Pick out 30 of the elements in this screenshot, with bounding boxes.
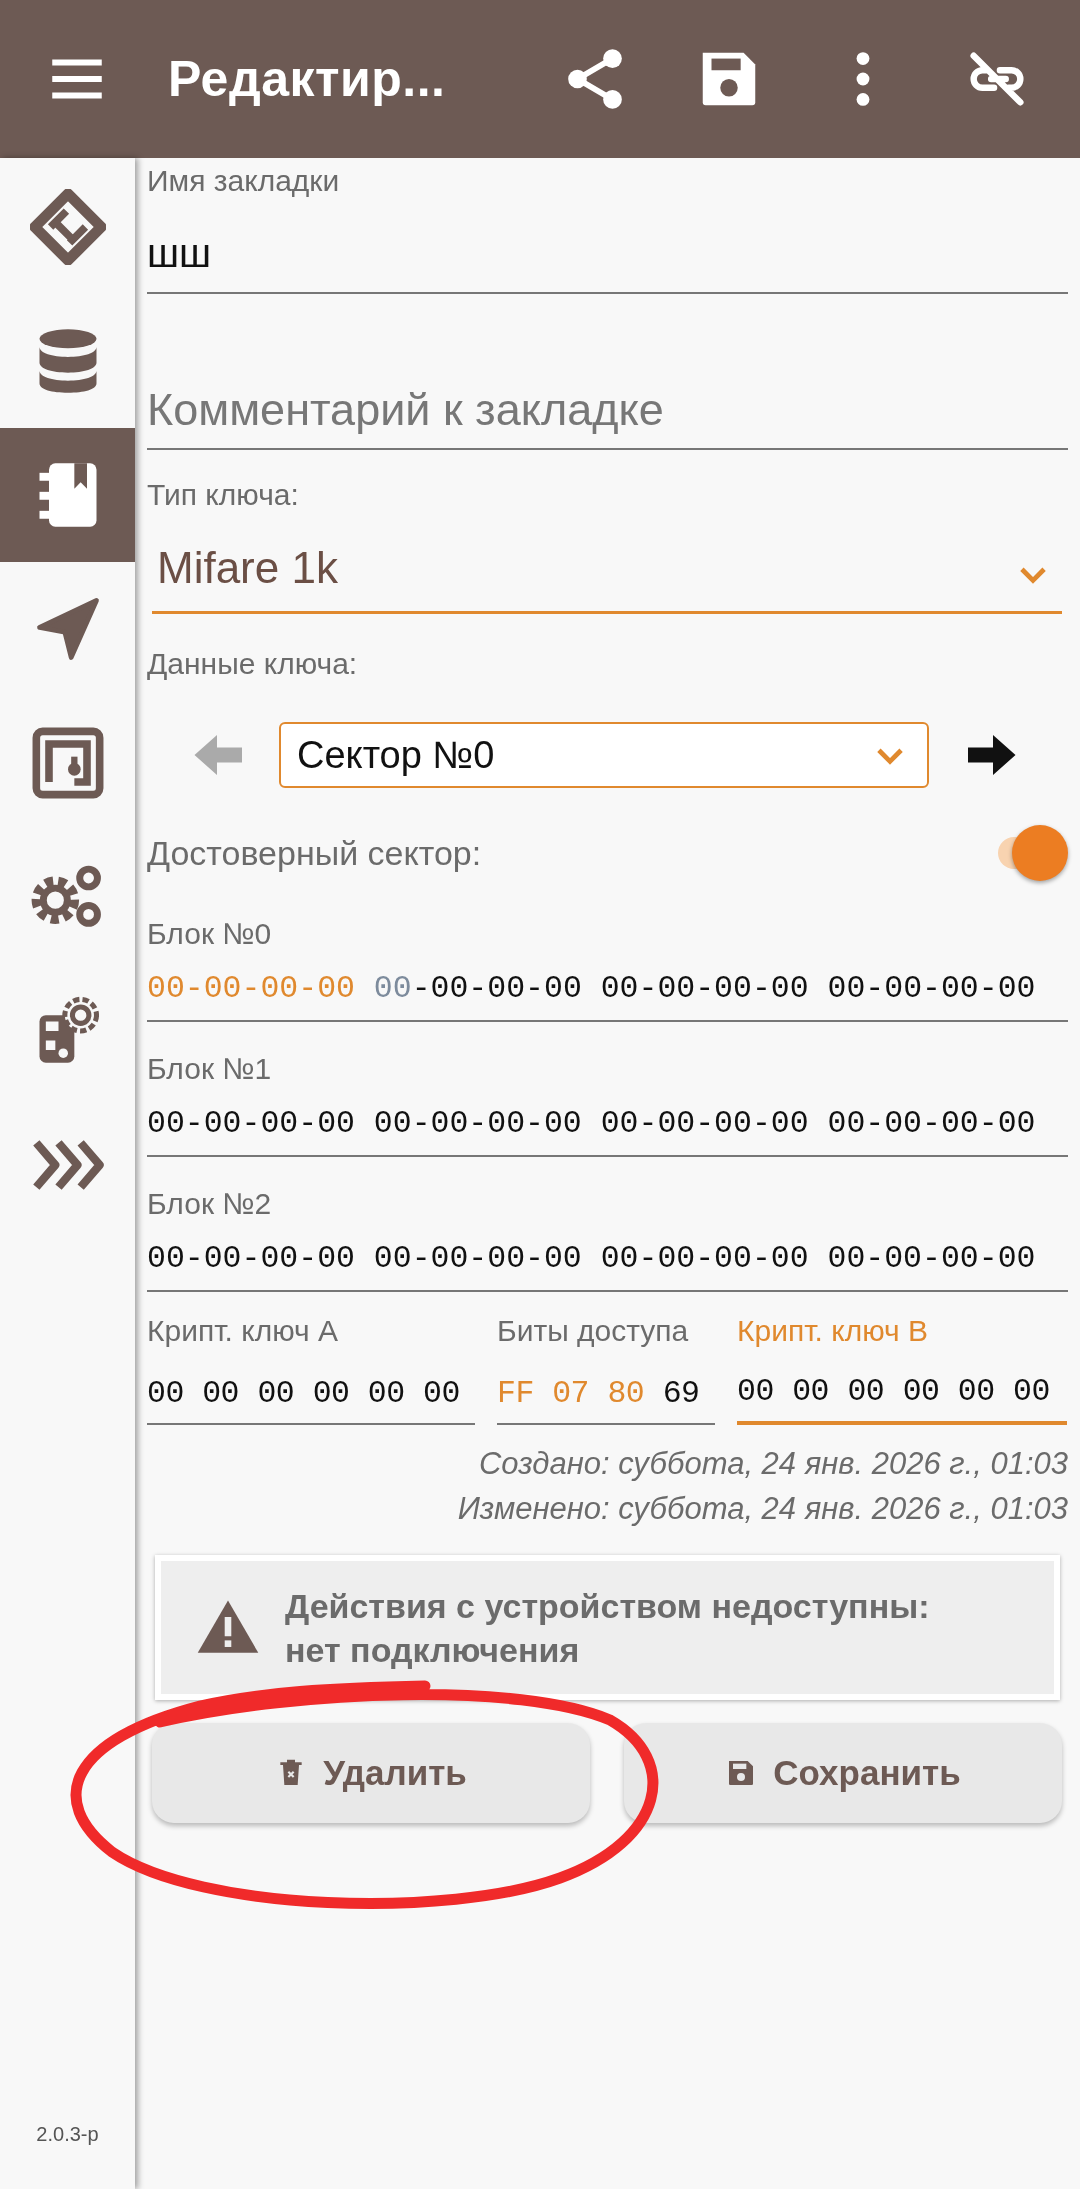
block-data-field[interactable]: 00-00-00-00 00-00-00-00 00-00-00-00 00-00-00-00 [147,1225,1068,1292]
created-date: Создано: суббота, 24 янв. 2026 г., 01:03 [478,1445,1068,1483]
field-label: Биты доступа [497,1314,689,1348]
toggle-switch[interactable] [998,825,1068,881]
name-field[interactable]: шш [147,200,1068,294]
field-label: Тип ключа: [147,478,299,512]
delete-button[interactable]: Удалить [152,1723,590,1823]
modified-date: Изменено: суббота, 24 янв. 2026 г., 01:03 [457,1490,1068,1528]
warning-text: Действия с устройством недоступны: нет подключения [285,1585,931,1671]
sidebar-item[interactable] [0,428,135,562]
version-label: 2.0.3-p [36,2123,99,2146]
key-field[interactable]: 00 00 00 00 00 00 [147,1360,475,1425]
key-type-dropdown[interactable]: Mifare 1k [152,520,1062,614]
diamond-icon [29,189,106,265]
field-label: Блок №1 [147,1052,272,1086]
key-field[interactable]: FF 07 80 69 [497,1360,715,1425]
field-label: Крипт. ключ B [737,1314,929,1348]
field-label: Блок №0 [147,917,272,951]
save-button[interactable]: Сохранить [624,1723,1062,1823]
screen-title: Редактир... [168,50,447,108]
field-label: Данные ключа: [147,647,358,681]
field-label: Достоверный сектор: [147,833,482,873]
field-label: Крипт. ключ A [147,1314,339,1348]
sector-dropdown[interactable]: Сектор №0 [279,722,929,788]
key-field[interactable]: 00 00 00 00 00 00 [737,1360,1067,1425]
field-label: Блок №2 [147,1187,272,1221]
block-data-field[interactable]: 00-00-00-00 00-00-00-00 00-00-00-00 00-00-00-00 [147,955,1068,1022]
field-label: Имя закладки [147,164,340,198]
comment-field[interactable]: Комментарий к закладке [147,294,1068,450]
block-data-field[interactable]: 00-00-00-00 00-00-00-00 00-00-00-00 00-00-00-00 [147,1090,1068,1157]
